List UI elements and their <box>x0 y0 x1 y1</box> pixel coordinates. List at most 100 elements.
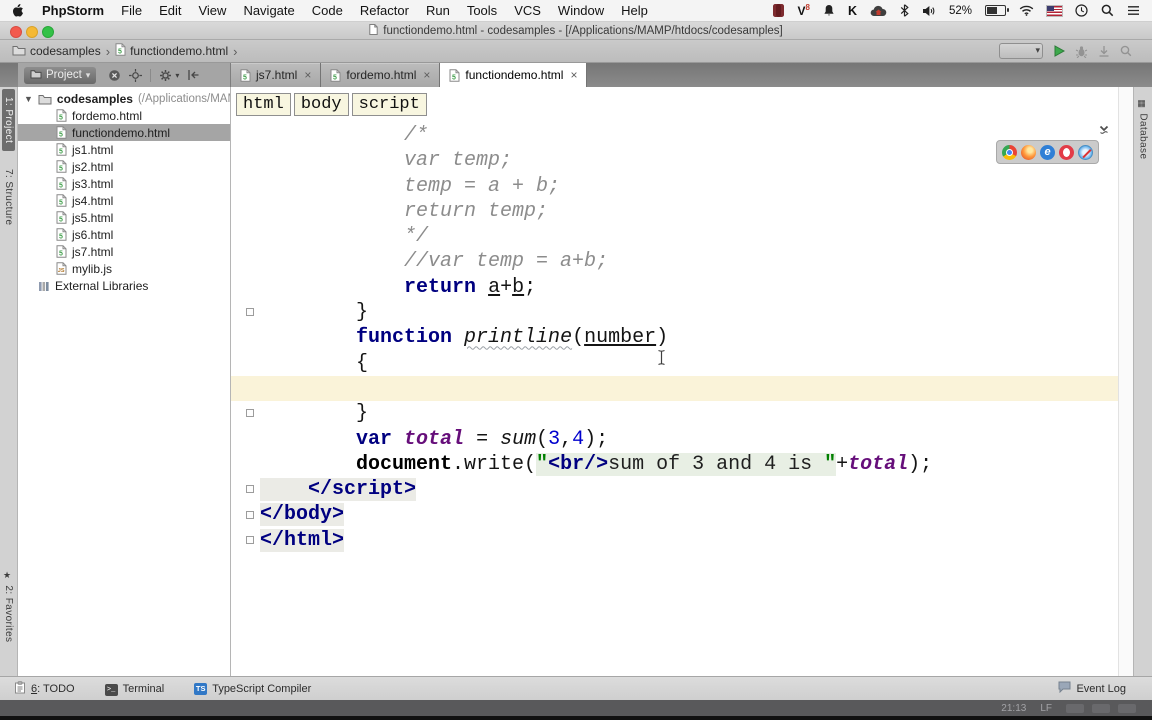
menubar-item-help[interactable]: Help <box>621 3 648 18</box>
wifi-icon[interactable] <box>1019 5 1034 16</box>
code-line-content: </html> <box>260 528 345 552</box>
status-widget[interactable] <box>1092 703 1110 713</box>
main-toolbar: ▾ <box>999 43 1132 59</box>
scroll-from-source-icon[interactable] <box>129 68 143 82</box>
folder-icon <box>30 69 42 82</box>
menubar-item-run[interactable]: Run <box>426 3 450 18</box>
tree-item-codesamples-root[interactable]: ▼ codesamples (/Applications/MAM <box>18 90 230 107</box>
menubar-item-phpstorm[interactable]: PhpStorm <box>42 3 104 18</box>
hide-panel-icon[interactable] <box>187 69 200 81</box>
bluetooth-icon[interactable] <box>900 4 909 17</box>
status-widget[interactable] <box>1066 703 1084 713</box>
code-line: </html> <box>231 528 1118 553</box>
safari-icon[interactable] <box>1078 144 1093 160</box>
collapse-all-icon[interactable] <box>108 69 121 82</box>
line-separator[interactable]: LF <box>1040 703 1052 714</box>
v8-icon[interactable]: V8 <box>797 3 809 18</box>
breadcrumb-item-functiondemo-html[interactable]: 5 functiondemo.html <box>115 43 228 59</box>
tree-item-mylib-js[interactable]: JS mylib.js <box>18 260 230 277</box>
fold-marker[interactable] <box>246 485 254 494</box>
svg-text:5: 5 <box>59 216 63 223</box>
fold-marker[interactable] <box>246 510 254 519</box>
menubar-item-vcs[interactable]: VCS <box>514 3 541 18</box>
svg-text:JS: JS <box>58 268 65 274</box>
tab-fordemo-html[interactable]: 5 fordemo.html × <box>321 63 441 87</box>
bottom-bar-6-todo[interactable]: 6: TODO <box>14 680 75 697</box>
tab-close-icon[interactable]: × <box>304 69 311 81</box>
menubar-item-view[interactable]: View <box>198 3 226 18</box>
menubar-item-file[interactable]: File <box>121 3 142 18</box>
cloud-home-icon[interactable] <box>870 5 887 17</box>
tree-item-js5-html[interactable]: 5 js5.html <box>18 209 230 226</box>
volume-icon[interactable] <box>922 5 936 17</box>
firefox-icon[interactable] <box>1021 144 1036 160</box>
battery-icon[interactable] <box>985 4 1009 17</box>
window-titlebar[interactable]: functiondemo.html - codesamples - [/Appl… <box>0 22 1152 40</box>
menubar-item-code[interactable]: Code <box>312 3 343 18</box>
editor-scrollbar[interactable] <box>1118 87 1133 676</box>
editor-breadcrumb-html[interactable]: html <box>236 93 291 116</box>
spotlight-icon[interactable] <box>1101 4 1114 17</box>
tree-item-label: js2.html <box>72 159 114 174</box>
keyboard-flag-icon[interactable] <box>1046 4 1063 17</box>
project-view-select[interactable]: Project ▾ <box>24 66 97 84</box>
tab-close-icon[interactable]: × <box>423 69 430 81</box>
opera-icon[interactable] <box>1059 144 1074 160</box>
tree-item-external-libraries[interactable]: External Libraries <box>18 277 230 294</box>
bottom-bar-typescript-compiler[interactable]: TS TypeScript Compiler <box>194 682 311 695</box>
tree-item-js3-html[interactable]: 5 js3.html <box>18 175 230 192</box>
run-configuration-select[interactable]: ▾ <box>999 43 1043 59</box>
bell-icon[interactable] <box>823 4 835 17</box>
tab-close-icon[interactable]: × <box>570 69 577 81</box>
editor-breadcrumb-script[interactable]: script <box>351 93 427 116</box>
notification-center-icon[interactable] <box>1127 5 1140 16</box>
fold-marker[interactable] <box>246 535 254 544</box>
k-app-icon[interactable]: K <box>848 4 857 18</box>
expand-arrow-icon[interactable]: ▼ <box>24 94 33 104</box>
battery-percentage[interactable]: 52% <box>949 5 972 17</box>
tree-item-label: fordemo.html <box>72 108 143 123</box>
tool-stripe-7-structure[interactable]: 7: Structure <box>2 161 15 234</box>
event-log-button[interactable]: Event Log <box>1058 681 1126 696</box>
inspections-status-icon[interactable] <box>1097 123 1111 141</box>
tree-item-js4-html[interactable]: 5 js4.html <box>18 192 230 209</box>
tab-js7-html[interactable]: 5 js7.html × <box>231 63 322 87</box>
apple-menu-icon[interactable] <box>12 3 24 18</box>
tree-item-js7-html[interactable]: 5 js7.html <box>18 243 230 260</box>
chrome-icon[interactable] <box>1002 144 1017 160</box>
run-icon[interactable] <box>1053 45 1065 57</box>
folder-icon <box>38 93 52 105</box>
html-file-icon: 5 <box>330 68 341 82</box>
tree-item-fordemo-html[interactable]: 5 fordemo.html <box>18 107 230 124</box>
tree-item-functiondemo-html[interactable]: 5 functiondemo.html <box>18 124 230 141</box>
menubar-item-refactor[interactable]: Refactor <box>360 3 409 18</box>
breadcrumb-item-codesamples[interactable]: codesamples <box>12 44 101 59</box>
settings-gear-icon[interactable] <box>159 69 172 82</box>
tool-stripe-1-project[interactable]: 1: Project <box>2 89 15 152</box>
caret-position[interactable]: 21:13 <box>1001 703 1026 714</box>
editor[interactable]: html body script /* var temp; temp = a + b… <box>231 87 1133 676</box>
tree-item-js6-html[interactable]: 5 js6.html <box>18 226 230 243</box>
ie-icon[interactable]: e <box>1040 144 1055 160</box>
screen-recorder-icon[interactable] <box>773 4 785 17</box>
status-widget[interactable] <box>1118 703 1136 713</box>
fold-marker[interactable] <box>246 409 254 418</box>
code-area[interactable]: /* var temp; temp = a + b; return temp; … <box>231 123 1118 553</box>
clock-icon[interactable] <box>1075 4 1088 17</box>
menubar-item-edit[interactable]: Edit <box>159 3 181 18</box>
debug-icon[interactable] <box>1075 45 1088 58</box>
tab-functiondemo-html[interactable]: 5 functiondemo.html × <box>440 63 588 87</box>
updates-icon[interactable] <box>1098 45 1110 57</box>
bottom-bar-terminal[interactable]: >_ Terminal <box>104 682 164 696</box>
status-strip: 21:13 LF <box>0 700 1152 716</box>
menubar-item-tools[interactable]: Tools <box>467 3 497 18</box>
menubar-item-window[interactable]: Window <box>558 3 604 18</box>
fold-marker[interactable] <box>246 308 254 317</box>
menubar-item-navigate[interactable]: Navigate <box>243 3 294 18</box>
editor-breadcrumb-body[interactable]: body <box>293 93 349 116</box>
tool-stripe-database[interactable]: ▦ Database <box>1137 91 1150 167</box>
tree-item-js2-html[interactable]: 5 js2.html <box>18 158 230 175</box>
tool-stripe-2-favorites[interactable]: ★ 2: Favorites <box>2 563 15 650</box>
search-icon[interactable] <box>1120 45 1132 57</box>
tree-item-js1-html[interactable]: 5 js1.html <box>18 141 230 158</box>
